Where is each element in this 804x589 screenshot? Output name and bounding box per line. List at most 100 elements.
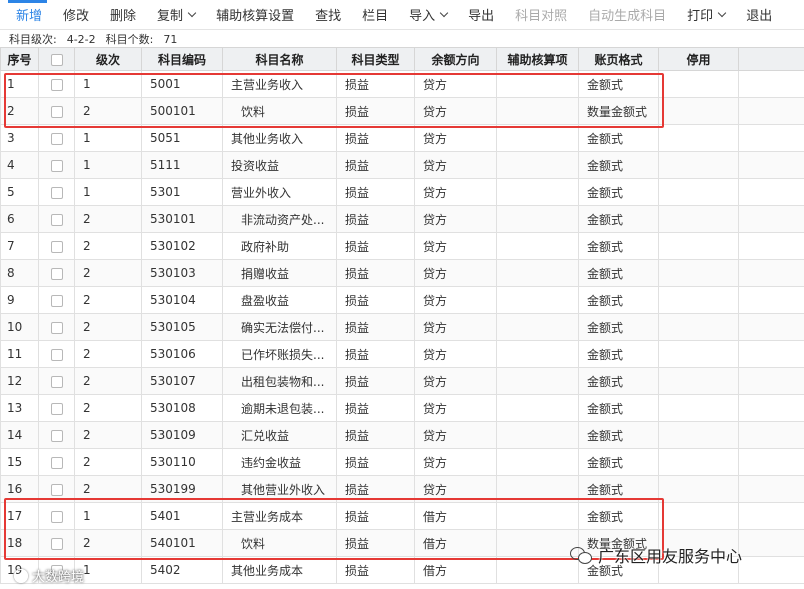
cell-index: 13 [0, 394, 39, 422]
row-checkbox[interactable] [50, 240, 63, 253]
row-checkbox[interactable] [50, 348, 63, 361]
table-row[interactable]: 15 2 530110 违约金收益 损益 贷方 金额式 [0, 448, 804, 476]
cell-balance-direction: 贷方 [414, 367, 497, 395]
toolbar-button-label: 修改 [63, 9, 90, 24]
header-disabled[interactable]: 停用 [658, 47, 739, 71]
header-select-all[interactable] [38, 47, 75, 71]
table-row[interactable]: 7 2 530102 政府补助 损益 贷方 金额式 [0, 232, 804, 260]
cell-name: 已作坏账损失... [222, 340, 337, 368]
table-row[interactable]: 16 2 530199 其他营业外收入 损益 贷方 金额式 [0, 475, 804, 503]
table-row[interactable]: 17 1 5401 主营业务成本 损益 借方 金额式 [0, 502, 804, 530]
cell-code-text: 530108 [150, 401, 196, 415]
table-row[interactable]: 14 2 530109 汇兑收益 损益 贷方 金额式 [0, 421, 804, 449]
header-name[interactable]: 科目名称 [222, 47, 337, 71]
cell-level-text: 2 [83, 293, 91, 307]
row-checkbox[interactable] [50, 483, 63, 496]
cell-filler [738, 502, 804, 530]
cell-name: 其他业务收入 [222, 124, 337, 152]
row-checkbox[interactable] [50, 402, 63, 415]
row-checkbox[interactable] [50, 267, 63, 280]
cell-name: 营业外收入 [222, 178, 337, 206]
cell-level: 2 [74, 232, 142, 260]
cell-index: 3 [0, 124, 39, 152]
table-row[interactable]: 4 1 5111 投资收益 损益 贷方 金额式 [0, 151, 804, 179]
toolbar-button-label: 打印 [687, 9, 714, 24]
cell-type: 损益 [336, 529, 415, 557]
table-row[interactable]: 1 1 5001 主营业务收入 损益 贷方 金额式 [0, 70, 804, 98]
header-level[interactable]: 级次 [74, 47, 142, 71]
cell-balance-direction: 贷方 [414, 124, 497, 152]
toolbar-copy-button[interactable]: 复制 [145, 0, 204, 30]
row-checkbox[interactable] [50, 456, 63, 469]
toolbar-edit-button[interactable]: 修改 [51, 0, 98, 30]
level-label: 科目级次: [9, 33, 57, 46]
row-checkbox[interactable] [50, 321, 63, 334]
cell-type: 损益 [336, 151, 415, 179]
cell-index: 16 [0, 475, 39, 503]
cell-index-text: 15 [7, 455, 23, 469]
toolbar-columns-button[interactable]: 栏目 [350, 0, 397, 30]
cell-page-format-text: 金额式 [587, 320, 624, 335]
row-checkbox[interactable] [50, 132, 63, 145]
cell-balance-direction: 贷方 [414, 421, 497, 449]
toolbar-export-button[interactable]: 导出 [456, 0, 503, 30]
cell-code: 5051 [141, 124, 223, 152]
table-row[interactable]: 9 2 530104 盘盈收益 损益 贷方 金额式 [0, 286, 804, 314]
table-row[interactable]: 2 2 500101 饮料 损益 贷方 数量金额式 [0, 97, 804, 125]
header-code[interactable]: 科目编码 [141, 47, 223, 71]
cell-balance-direction-text: 贷方 [423, 482, 448, 497]
toolbar-import-button[interactable]: 导入 [397, 0, 456, 30]
cell-type-text: 损益 [345, 185, 370, 200]
row-checkbox[interactable] [50, 105, 63, 118]
row-checkbox[interactable] [50, 537, 63, 550]
header-type[interactable]: 科目类型 [336, 47, 415, 71]
cell-page-format: 金额式 [578, 313, 659, 341]
table-row[interactable]: 10 2 530105 确实无法偿付... 损益 贷方 金额式 [0, 313, 804, 341]
cell-index: 4 [0, 151, 39, 179]
cell-type-text: 损益 [345, 239, 370, 254]
header-aux-accounting[interactable]: 辅助核算项 [496, 47, 579, 71]
cell-code: 530106 [141, 340, 223, 368]
toolbar-add-button[interactable]: 新增 [4, 0, 51, 30]
row-checkbox[interactable] [50, 213, 63, 226]
table-row[interactable]: 8 2 530103 捐赠收益 损益 贷方 金额式 [0, 259, 804, 287]
header-index[interactable]: 序号 [0, 47, 39, 71]
header-balance-direction[interactable]: 余额方向 [414, 47, 497, 71]
cell-index: 10 [0, 313, 39, 341]
row-checkbox[interactable] [50, 78, 63, 91]
row-checkbox[interactable] [50, 375, 63, 388]
cell-page-format: 数量金额式 [578, 97, 659, 125]
cell-name-text: 政府补助 [241, 239, 290, 254]
toolbar-exit-button[interactable]: 退出 [734, 0, 781, 30]
row-checkbox[interactable] [50, 510, 63, 523]
cell-name-text: 主营业务收入 [231, 77, 304, 92]
cell-filler [738, 394, 804, 422]
cell-name-text: 非流动资产处... [241, 212, 325, 227]
toolbar-print-button[interactable]: 打印 [675, 0, 734, 30]
cell-code: 5301 [141, 178, 223, 206]
toolbar-auto-generate-accounts-button[interactable]: 自动生成科目 [576, 0, 675, 30]
row-checkbox[interactable] [50, 429, 63, 442]
cell-index-text: 8 [7, 266, 15, 280]
cell-index-text: 2 [7, 104, 15, 118]
table-row[interactable]: 12 2 530107 出租包装物和... 损益 贷方 金额式 [0, 367, 804, 395]
cell-code-text: 5001 [150, 77, 181, 91]
toolbar-aux-accounting-settings-button[interactable]: 辅助核算设置 [204, 0, 303, 30]
row-checkbox[interactable] [50, 294, 63, 307]
select-all-checkbox[interactable] [50, 53, 63, 66]
table-row[interactable]: 3 1 5051 其他业务收入 损益 贷方 金额式 [0, 124, 804, 152]
table-row[interactable]: 11 2 530106 已作坏账损失... 损益 贷方 金额式 [0, 340, 804, 368]
toolbar-delete-button[interactable]: 删除 [98, 0, 145, 30]
table-row[interactable]: 13 2 530108 逾期未退包装... 损益 贷方 金额式 [0, 394, 804, 422]
toolbar-find-button[interactable]: 查找 [303, 0, 350, 30]
row-checkbox[interactable] [50, 159, 63, 172]
cell-level: 1 [74, 178, 142, 206]
toolbar-account-mapping-button[interactable]: 科目对照 [503, 0, 576, 30]
header-page-format[interactable]: 账页格式 [578, 47, 659, 71]
toolbar-button-label: 自动生成科目 [588, 9, 667, 24]
cell-level-text: 2 [83, 374, 91, 388]
row-checkbox[interactable] [50, 186, 63, 199]
cell-name-text: 投资收益 [231, 158, 280, 173]
table-row[interactable]: 6 2 530101 非流动资产处... 损益 贷方 金额式 [0, 205, 804, 233]
table-row[interactable]: 5 1 5301 营业外收入 损益 贷方 金额式 [0, 178, 804, 206]
